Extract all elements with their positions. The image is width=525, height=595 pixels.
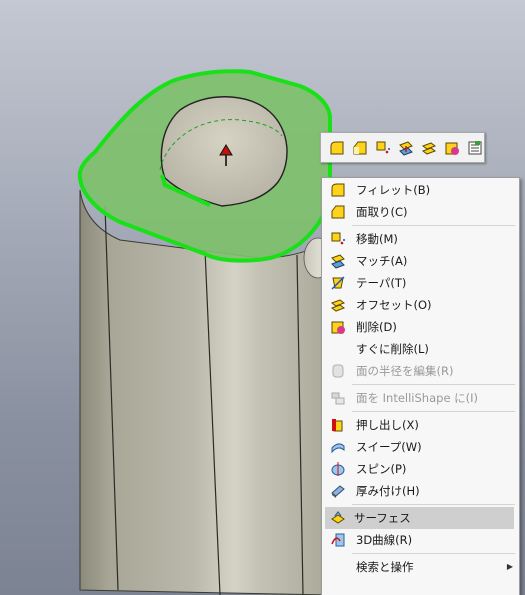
menu-item-match[interactable]: マッチ(A) (322, 250, 519, 272)
menu-item-search-and-operate[interactable]: 検索と操作 ▶ (322, 556, 519, 578)
menu-item-label: 面を IntelliShape に(I) (356, 391, 479, 405)
menu-item-label: マッチ(A) (356, 254, 408, 268)
mini-toolbar (320, 132, 485, 163)
match-icon (398, 140, 413, 156)
context-menu: フィレット(B) 面取り(C) 移動(M) マッチ(A) テーパ(T) オフセッ… (321, 177, 520, 595)
menu-item-delete-immediately[interactable]: すぐに削除(L) (322, 338, 519, 360)
menu-item-chamfer[interactable]: 面取り(C) (322, 201, 519, 223)
move-icon (331, 232, 345, 245)
toolbar-delete-button[interactable] (442, 138, 461, 157)
thicken-icon (331, 485, 345, 498)
spin-icon (331, 462, 345, 476)
menu-item-label: 面取り(C) (356, 205, 408, 219)
sweep-icon (331, 443, 345, 454)
match-icon (331, 254, 345, 269)
menu-item-label: 厚み付け(H) (356, 484, 420, 498)
fillet-icon (330, 141, 343, 154)
move-icon (376, 141, 390, 153)
menu-item-move[interactable]: 移動(M) (322, 228, 519, 250)
menu-item-spin[interactable]: スピン(P) (322, 458, 519, 480)
toolbar-chamfer-button[interactable] (350, 138, 369, 157)
menu-item-face-to-intellishape[interactable]: 面を IntelliShape に(I) (322, 387, 519, 409)
menu-separator (352, 225, 515, 226)
chamfer-icon (353, 141, 366, 154)
toolbar-move-button[interactable] (373, 138, 392, 157)
toolbar-fillet-button[interactable] (327, 138, 346, 157)
menu-item-3d-curve[interactable]: 3D曲線(R) (322, 529, 519, 551)
menu-item-label: 移動(M) (356, 232, 398, 246)
menu-item-label: 3D曲線(R) (356, 533, 413, 547)
fillet-icon (331, 183, 345, 197)
menu-separator (352, 411, 515, 412)
intellishape-icon (331, 392, 345, 405)
menu-item-delete[interactable]: 削除(D) (322, 316, 519, 338)
menu-item-label: 押し出し(X) (356, 418, 419, 432)
toolbar-offset-button[interactable] (419, 138, 438, 157)
delete-icon (445, 142, 459, 155)
offset-icon (421, 141, 436, 155)
menu-item-label: 削除(D) (356, 320, 397, 334)
menu-item-extrude[interactable]: 押し出し(X) (322, 414, 519, 436)
menu-item-thicken[interactable]: 厚み付け(H) (322, 480, 519, 502)
extrude-icon (332, 419, 343, 432)
menu-item-fillet[interactable]: フィレット(B) (322, 179, 519, 201)
properties-icon (468, 140, 481, 154)
menu-item-taper[interactable]: テーパ(T) (322, 272, 519, 294)
menu-item-label: サーフェス (354, 511, 411, 525)
menu-separator (352, 553, 515, 554)
edit-radius-icon (332, 364, 344, 378)
menu-item-label: フィレット(B) (356, 183, 431, 197)
menu-item-label: すぐに削除(L) (356, 342, 429, 356)
menu-item-label: 検索と操作 (356, 560, 414, 574)
menu-item-label: スピン(P) (356, 462, 407, 476)
menu-item-offset[interactable]: オフセット(O) (322, 294, 519, 316)
menu-separator (352, 384, 515, 385)
surface-icon (331, 511, 345, 524)
menu-item-edit-face-radius[interactable]: 面の半径を編集(R) (322, 360, 519, 382)
menu-item-label: 面の半径を編集(R) (356, 364, 454, 378)
delete-icon (331, 321, 345, 334)
menu-item-surface[interactable]: サーフェス (325, 507, 514, 529)
menu-item-label: オフセット(O) (356, 298, 432, 312)
menu-item-label: テーパ(T) (356, 276, 407, 290)
offset-icon (330, 299, 346, 312)
submenu-arrow-icon: ▶ (506, 562, 513, 571)
taper-icon (331, 276, 345, 290)
menu-item-sweep[interactable]: スイープ(W) (322, 436, 519, 458)
toolbar-match-button[interactable] (396, 138, 415, 157)
3d-curve-icon (331, 533, 345, 547)
toolbar-properties-button[interactable] (465, 138, 484, 157)
menu-item-label: スイープ(W) (356, 440, 422, 454)
menu-separator (352, 504, 515, 505)
chamfer-icon (331, 205, 345, 219)
